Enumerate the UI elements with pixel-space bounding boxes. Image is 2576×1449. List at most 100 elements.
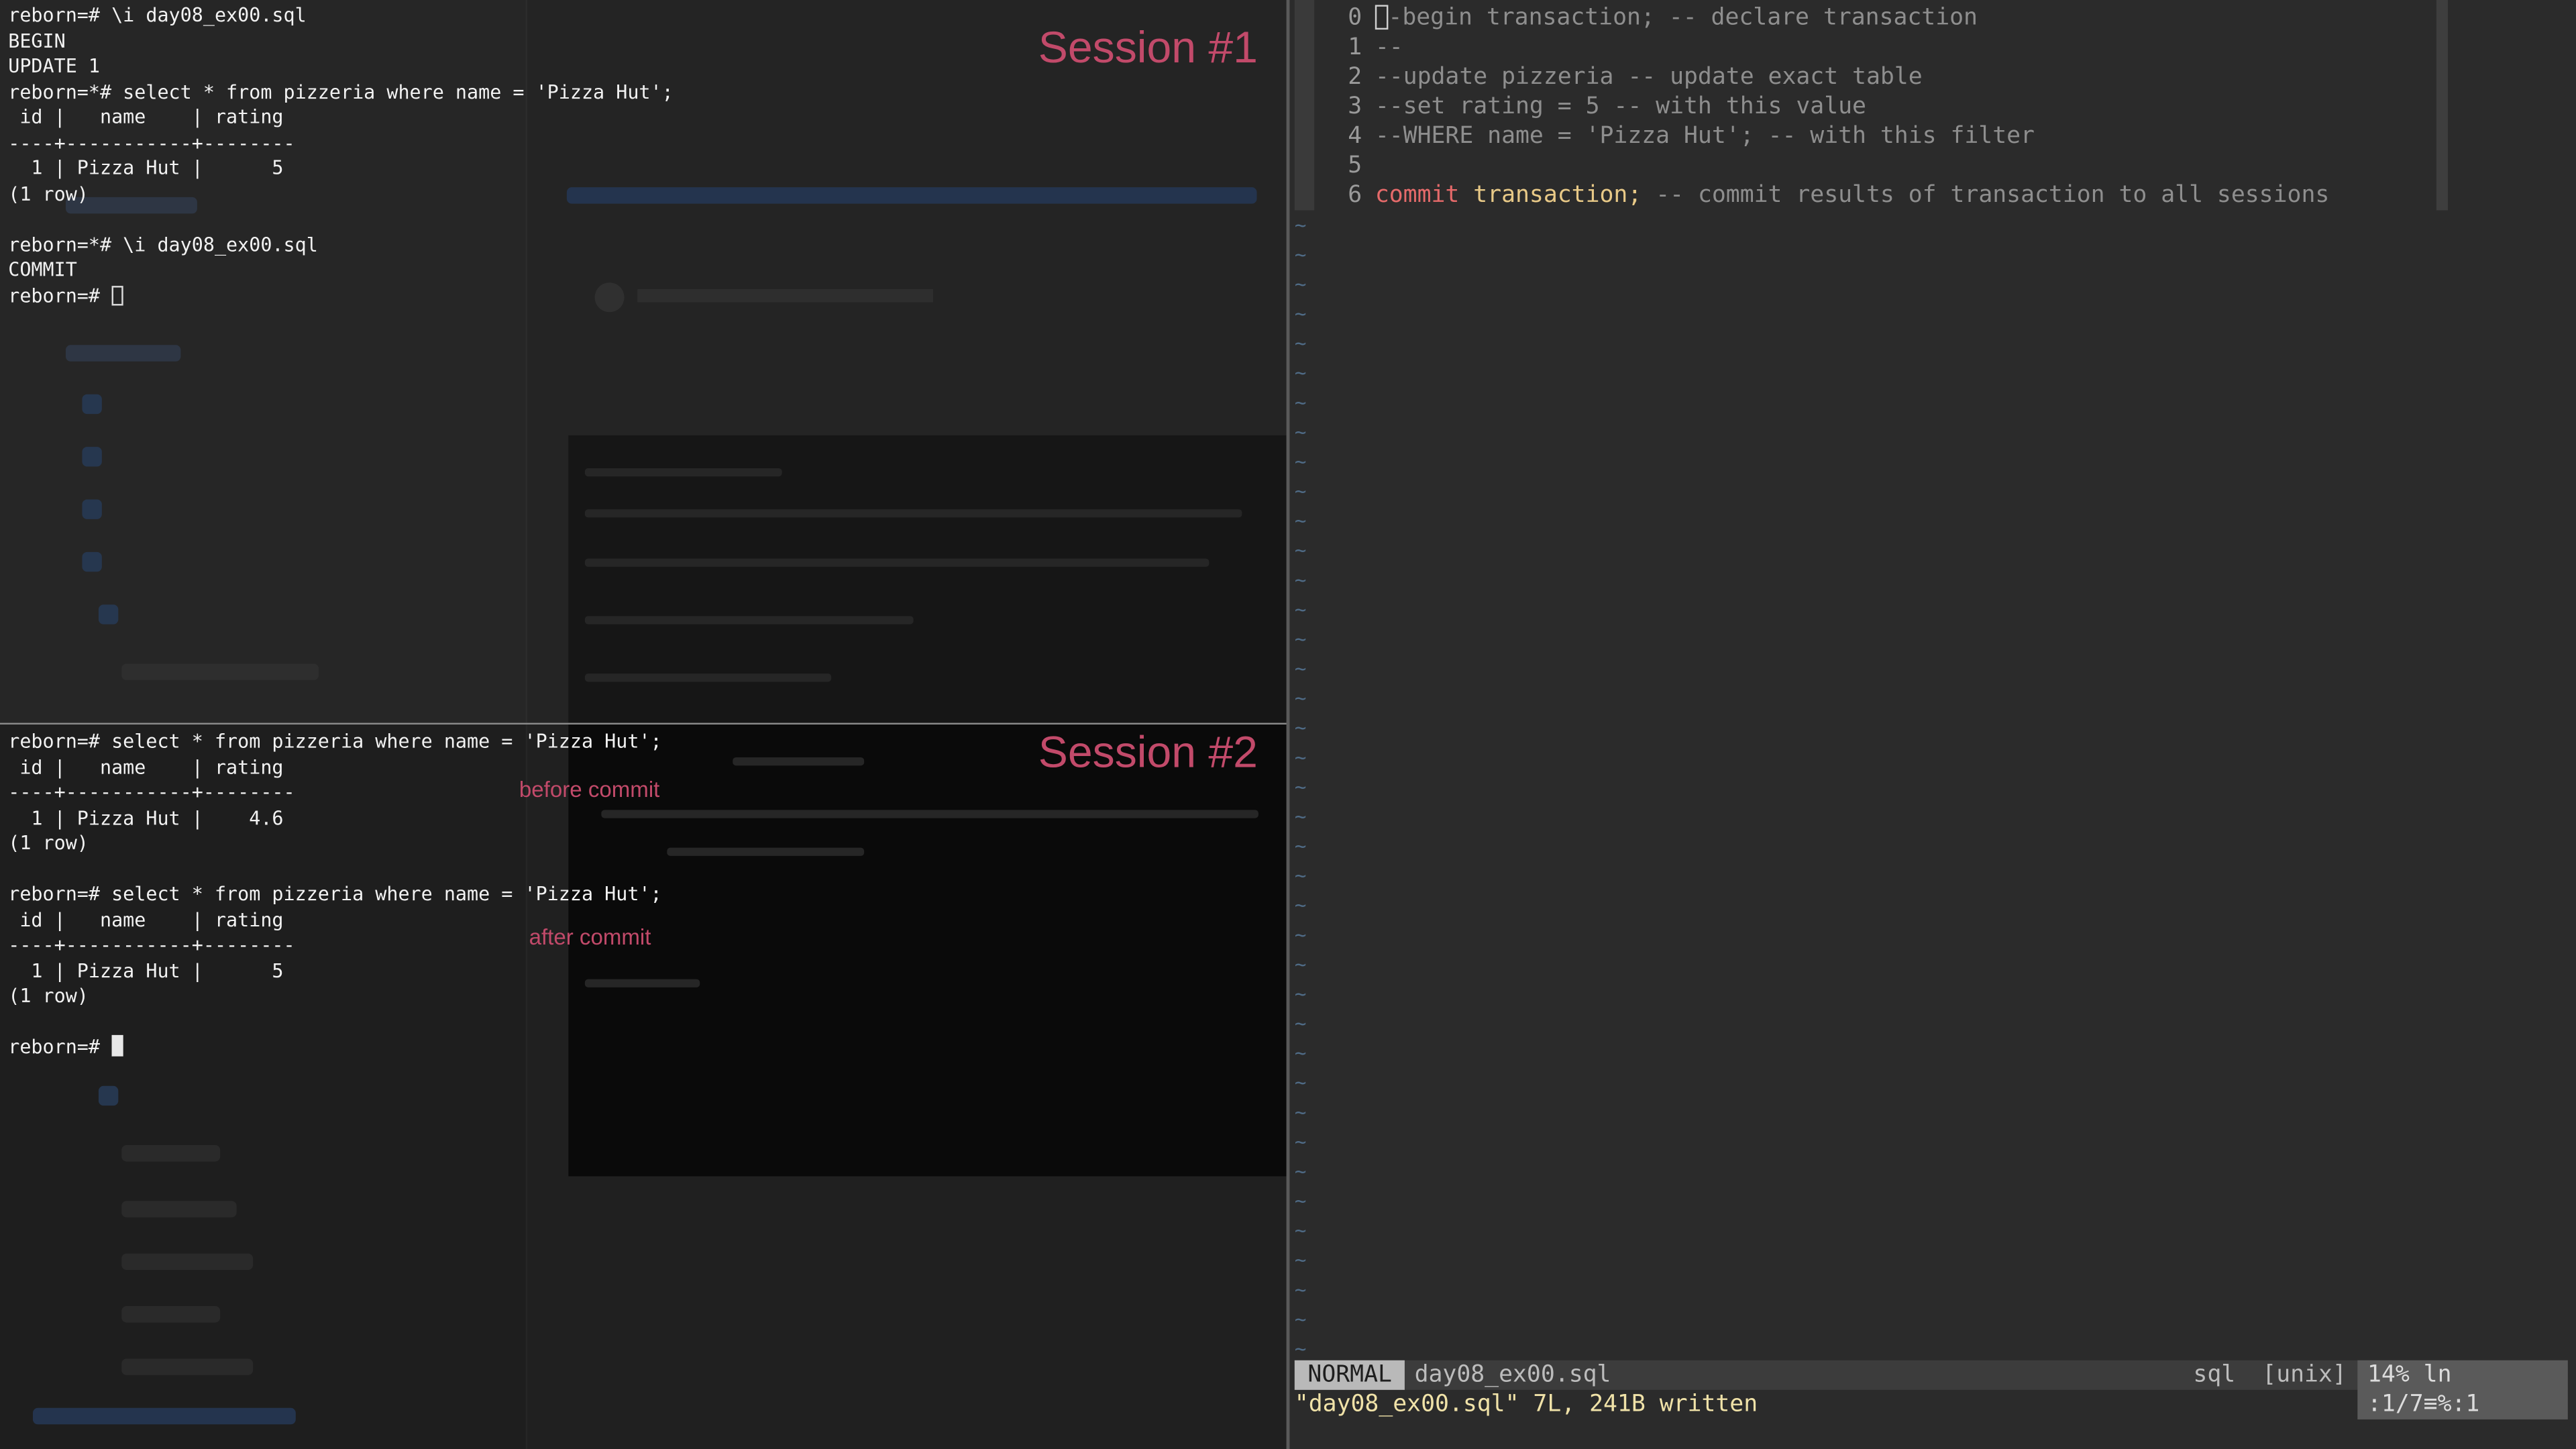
terminal-line: reborn=*# \i day08_ex00.sql [8,232,318,256]
vim-mode-indicator: NORMAL [1294,1360,1405,1390]
vim-tilde: ~ [1294,1159,1307,1183]
vim-cursor-position: 14% ln :1/7≡%:1 [2357,1360,2568,1419]
vim-line[interactable]: 3 --set rating = 5 -- with this value [1289,92,2423,121]
vim-tilde: ~ [1294,627,1307,651]
vim-tilde: ~ [1294,480,1307,503]
background-blur [733,757,865,766]
vim-line-text: --update pizzeria -- update exact table [1375,64,1923,91]
background-blur [667,847,865,856]
vim-tilde: ~ [1294,568,1307,592]
screen: reborn=# \i day08_ex00.sql BEGIN UPDATE … [0,0,2576,1449]
vim-cursor [1375,5,1389,30]
background-blur [568,435,1287,723]
background-blur [82,394,102,415]
vim-tilde: ~ [1294,213,1307,237]
terminal-line: id | name | rating [19,908,284,931]
vim-tilde: ~ [1294,390,1307,415]
terminal-line: reborn=# select * from pizzeria where na… [8,729,662,753]
background-blur [98,604,119,625]
vim-tilde: ~ [1294,420,1307,444]
vim-line-number: 0 [1348,5,1362,32]
vim-tilde: ~ [1294,894,1307,917]
vim-filename: day08_ex00.sql [1414,1362,1611,1389]
vim-line-number: 3 [1348,93,1362,120]
vim-editor[interactable]: 0 -begin transaction; -- declare transact… [1289,0,2576,1449]
vim-tilde: ~ [1294,953,1307,976]
vim-tilde: ~ [1294,450,1307,474]
vim-tilde: ~ [1294,361,1307,385]
terminal-line: reborn=*# select * from pizzeria where n… [8,79,674,103]
background-blur [82,551,102,572]
vim-tilde: ~ [1294,598,1307,621]
vim-line-text: commit transaction; -- commit results of… [1375,182,2330,209]
terminal-line: id | name | rating [19,105,284,129]
vim-tilde: ~ [1294,1189,1307,1213]
vim-line-text: --WHERE name = 'Pizza Hut'; -- with this… [1375,123,2035,150]
vim-message-line: "day08_ex00.sql" 7L, 241B written [1294,1391,1758,1418]
terminal-line: reborn=# \i day08_ex00.sql [8,3,307,27]
background-blur [82,447,102,467]
background-blur [584,616,914,625]
vim-tilde: ~ [1294,1278,1307,1301]
session-2-output: reborn=# select * from pizzeria where na… [8,729,661,1060]
terminal-line: COMMIT [8,258,77,281]
background-blur [584,674,832,682]
background-blur [121,1358,254,1375]
vim-tilde: ~ [1294,835,1307,858]
session-1-label: Session #1 [1038,23,1258,72]
session-2-label: Session #2 [1038,727,1258,777]
vim-tilde: ~ [1294,302,1307,325]
vim-tilde: ~ [1294,1130,1307,1154]
vim-tilde: ~ [1294,657,1307,680]
background-blur [601,810,1258,818]
vim-tilde: ~ [1294,1337,1307,1360]
background-blur [32,1407,296,1425]
terminal-line: UPDATE 1 [8,54,101,78]
background-blur [82,499,102,519]
background-blur [65,345,181,362]
terminal-line: ----+-----------+-------- [8,933,295,957]
vim-tilde: ~ [1294,745,1307,769]
vim-line[interactable]: 4 --WHERE name = 'Pizza Hut'; -- with thi… [1289,121,2423,151]
background-blur [568,724,1287,1177]
terminal-line: 1 | Pizza Hut | 5 [31,958,284,982]
terminal-line: (1 row) [8,181,89,205]
vim-tilde: ~ [1294,1012,1307,1035]
terminal-session-1[interactable]: reborn=# \i day08_ex00.sql BEGIN UPDATE … [0,0,1287,723]
terminal-line: 1 | Pizza Hut | 5 [31,156,284,179]
vim-tilde: ~ [1294,775,1307,799]
background-blur [121,1305,221,1323]
vim-tilde: ~ [1294,864,1307,888]
terminal-line: BEGIN [8,28,66,52]
terminal-line: ----+-----------+-------- [8,780,295,804]
vim-line[interactable]: 1 -- [1289,33,2423,62]
background-blur [121,1253,254,1271]
vim-tilde: ~ [1294,272,1307,296]
terminal-prompt: reborn=# [8,283,112,307]
vim-tilde: ~ [1294,509,1307,533]
terminal-line: (1 row) [8,983,89,1008]
vim-fileformat: [unix] [2262,1362,2347,1389]
vim-line-text: -- [1375,34,1403,61]
background-blur [637,289,934,303]
vim-line-number: 4 [1348,123,1362,150]
background-blur [584,468,782,477]
vim-line[interactable]: 5 [1289,151,2423,180]
vim-scrollbar[interactable] [2436,0,2449,211]
terminal-line: 1 | Pizza Hut | 4.6 [31,806,284,829]
background-blur [584,509,1242,518]
vim-line-number: 1 [1348,34,1362,61]
vim-tilde: ~ [1294,805,1307,828]
background-blur [98,1085,119,1106]
vim-line[interactable]: 0 -begin transaction; -- declare transact… [1289,3,2423,33]
session-1-output: reborn=# \i day08_ex00.sql BEGIN UPDATE … [8,3,673,309]
vim-line[interactable]: 2 --update pizzeria -- update exact table [1289,62,2423,92]
vim-tilde: ~ [1294,716,1307,740]
terminal-line: id | name | rating [19,755,284,778]
vim-line-number: 6 [1348,182,1362,209]
vim-tilde: ~ [1294,686,1307,710]
vim-line-text: -begin transaction; -- declare transacti… [1375,3,1978,33]
vim-line[interactable]: 6 commit transaction; -- commit results o… [1289,180,2423,210]
vim-statusline: NORMAL day08_ex00.sql sql [unix] 14% ln … [1294,1360,2568,1419]
terminal-line: (1 row) [8,831,89,855]
